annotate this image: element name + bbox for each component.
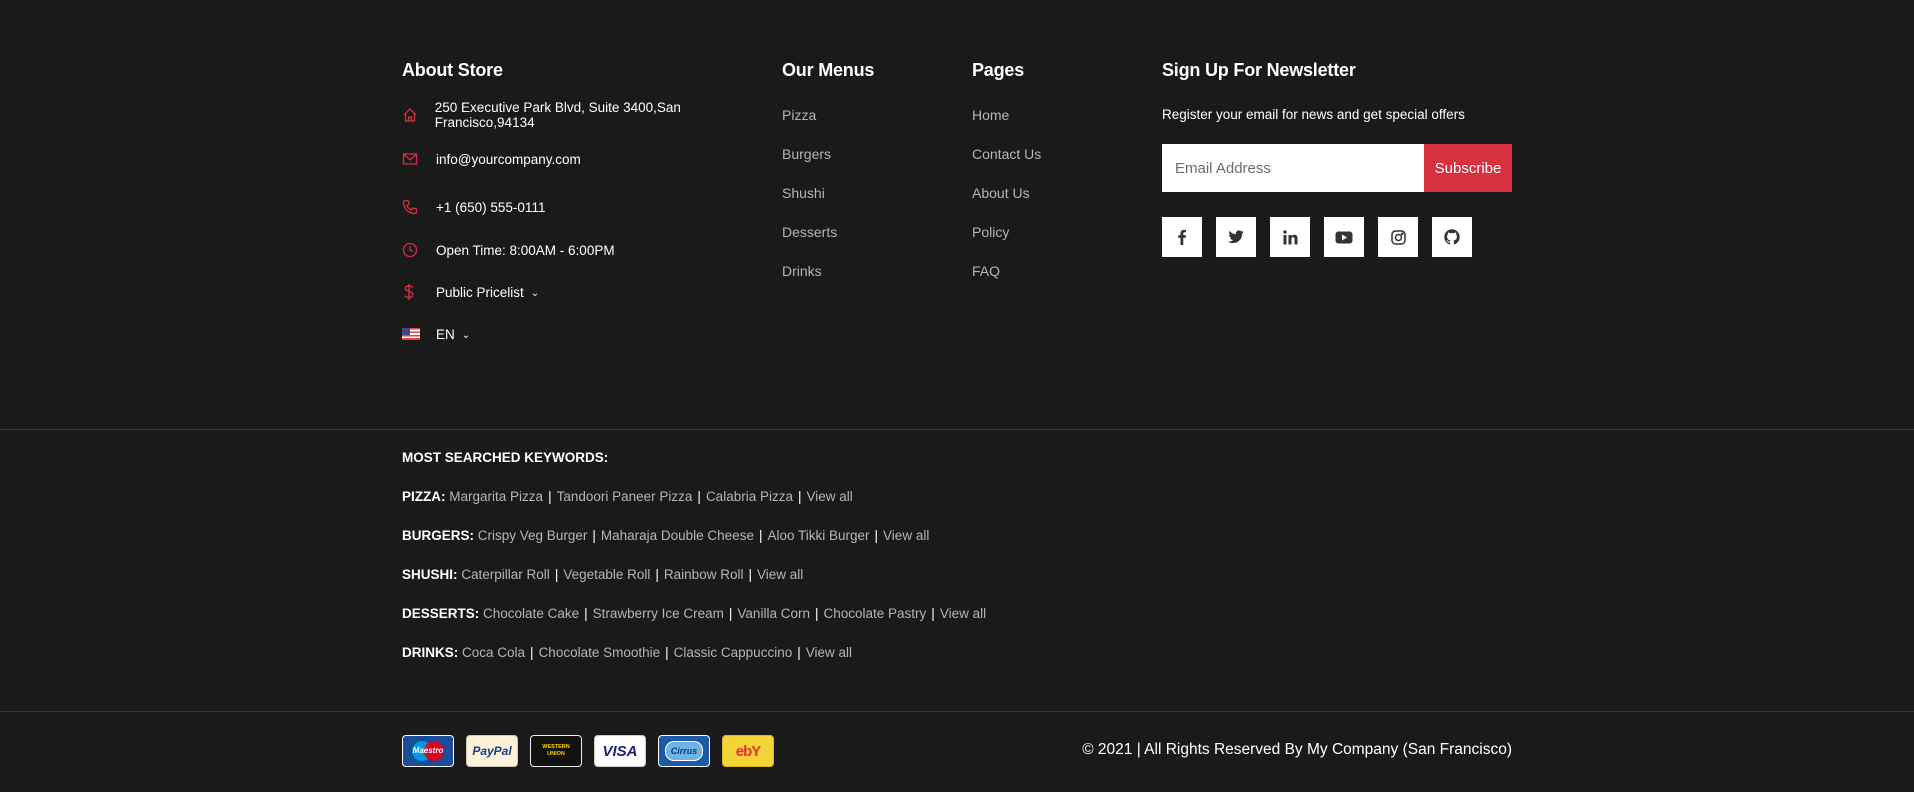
keyword-link[interactable]: Vanilla Corn [737, 606, 810, 621]
newsletter-title: Sign Up For Newsletter [1162, 60, 1356, 80]
keyword-category: SHUSHI: [402, 567, 458, 582]
chevron-down-icon: ⌄ [461, 329, 471, 341]
clock-icon [402, 242, 436, 258]
dollar-icon [402, 283, 436, 301]
newsletter-description: Register your email for news and get spe… [1162, 107, 1465, 122]
about-store-column: About Store 250 Executive Park Blvd, Sui… [402, 60, 772, 342]
home-icon [402, 107, 435, 123]
view-all-link[interactable]: View all [940, 606, 986, 621]
keyword-link[interactable]: Calabria Pizza [706, 489, 793, 504]
menu-link-burgers[interactable]: Burgers [782, 146, 837, 185]
keyword-link[interactable]: Tandoori Paneer Pizza [557, 489, 693, 504]
email-input[interactable] [1162, 144, 1424, 192]
cirrus-card-icon: Cirrus [658, 735, 710, 767]
hours-text: Open Time: 8:00AM - 6:00PM [436, 242, 615, 258]
pricelist-label: Public Pricelist [436, 284, 524, 300]
social-links [1162, 217, 1486, 257]
chevron-down-icon: ⌄ [530, 287, 540, 299]
keyword-category: BURGERS: [402, 528, 475, 543]
about-store-title: About Store [402, 60, 503, 80]
view-all-link[interactable]: View all [883, 528, 929, 543]
youtube-icon[interactable] [1324, 217, 1364, 257]
github-icon[interactable] [1432, 217, 1472, 257]
footer-bottom: Maestro PayPal WESTERN UNION VISA Cirrus… [402, 735, 1512, 769]
keyword-row-drinks: DRINKS: Coca Cola | Chocolate Smoothie | Cla… [402, 645, 853, 660]
page-link-policy[interactable]: Policy [972, 224, 1041, 263]
menu-link-drinks[interactable]: Drinks [782, 263, 837, 302]
maestro-card-icon: Maestro [402, 735, 454, 767]
our-menus-title: Our Menus [782, 60, 875, 80]
keyword-row-burgers: BURGERS: Crispy Veg Burger | Maharaja Doub… [402, 528, 930, 543]
language-label: EN [436, 326, 455, 342]
page-link-home[interactable]: Home [972, 107, 1041, 146]
hours-row: Open Time: 8:00AM - 6:00PM [402, 240, 615, 260]
instagram-icon[interactable] [1378, 217, 1418, 257]
menu-link-pizza[interactable]: Pizza [782, 107, 837, 146]
newsletter-column: Sign Up For Newsletter Register your ema… [1162, 60, 1512, 257]
keyword-link[interactable]: Classic Cappuccino [674, 645, 793, 660]
page-link-faq[interactable]: FAQ [972, 263, 1041, 302]
western-union-card-icon: WESTERN UNION [530, 735, 582, 767]
payment-methods: Maestro PayPal WESTERN UNION VISA Cirrus… [402, 735, 786, 767]
pages-title: Pages [972, 60, 1025, 80]
keyword-link[interactable]: Rainbow Roll [664, 567, 744, 582]
address-row: 250 Executive Park Blvd, Suite 3400,San … [402, 100, 772, 130]
keyword-link[interactable]: Margarita Pizza [449, 489, 543, 504]
footer-top: About Store 250 Executive Park Blvd, Sui… [402, 0, 1512, 428]
envelope-icon [402, 152, 436, 166]
page-link-contact-us[interactable]: Contact Us [972, 146, 1041, 185]
newsletter-form: Subscribe [1162, 144, 1512, 192]
email-link[interactable]: info@yourcompany.com [436, 152, 581, 167]
keyword-link[interactable]: Vegetable Roll [563, 567, 650, 582]
keyword-link[interactable]: Chocolate Smoothie [539, 645, 661, 660]
keyword-category: PIZZA: [402, 489, 446, 504]
pricelist-selector[interactable]: Public Pricelist ⌄ [402, 282, 539, 302]
language-selector[interactable]: EN ⌄ [402, 324, 470, 344]
keyword-category: DRINKS: [402, 645, 459, 660]
pages-list: Home Contact Us About Us Policy FAQ [972, 107, 1041, 302]
keyword-link[interactable]: Caterpillar Roll [461, 567, 550, 582]
menus-list: Pizza Burgers Shushi Desserts Drinks [782, 107, 837, 302]
keyword-row-pizza: PIZZA: Margarita Pizza | Tandoori Paneer P… [402, 489, 853, 504]
keyword-link[interactable]: Chocolate Pastry [823, 606, 926, 621]
view-all-link[interactable]: View all [807, 489, 853, 504]
keywords-section: MOST SEARCHED KEYWORDS: PIZZA: Margarita… [402, 450, 1512, 684]
facebook-icon[interactable] [1162, 217, 1202, 257]
keyword-category: DESSERTS: [402, 606, 480, 621]
keyword-link[interactable]: Coca Cola [462, 645, 525, 660]
menu-link-desserts[interactable]: Desserts [782, 224, 837, 263]
view-all-link[interactable]: View all [806, 645, 852, 660]
keyword-row-shushi: SHUSHI: Caterpillar Roll | Vegetable Roll |… [402, 567, 804, 582]
visa-card-icon: VISA [594, 735, 646, 767]
our-menus-column: Our Menus Pizza Burgers Shushi Desserts … [782, 60, 962, 279]
subscribe-button[interactable]: Subscribe [1424, 144, 1512, 192]
keyword-link[interactable]: Maharaja Double Cheese [601, 528, 754, 543]
section-divider [0, 711, 1914, 712]
address-text: 250 Executive Park Blvd, Suite 3400,San … [434, 100, 681, 130]
keyword-link[interactable]: Aloo Tikki Burger [767, 528, 869, 543]
keywords-title: MOST SEARCHED KEYWORDS: [402, 450, 609, 465]
section-divider [0, 429, 1914, 430]
copyright-text: © 2021 | All Rights Reserved By My Compa… [1082, 741, 1512, 758]
view-all-link[interactable]: View all [757, 567, 803, 582]
phone-text[interactable]: +1 (650) 555-0111 [436, 200, 545, 215]
phone-icon [402, 199, 436, 215]
twitter-icon[interactable] [1216, 217, 1256, 257]
paypal-card-icon: PayPal [466, 735, 518, 767]
page-link-about-us[interactable]: About Us [972, 185, 1041, 224]
keyword-link[interactable]: Crispy Veg Burger [478, 528, 588, 543]
phone-row: +1 (650) 555-0111 [402, 197, 545, 217]
us-flag-icon [402, 328, 436, 340]
menu-link-shushi[interactable]: Shushi [782, 185, 837, 224]
linkedin-icon[interactable] [1270, 217, 1310, 257]
email-row: info@yourcompany.com [402, 149, 581, 169]
pages-column: Pages Home Contact Us About Us Policy FA… [972, 60, 1152, 279]
keyword-link[interactable]: Strawberry Ice Cream [593, 606, 724, 621]
keyword-row-desserts: DESSERTS: Chocolate Cake | Strawberry Ice … [402, 606, 987, 621]
ebay-card-icon: ebY [722, 735, 774, 767]
keyword-link[interactable]: Chocolate Cake [483, 606, 579, 621]
